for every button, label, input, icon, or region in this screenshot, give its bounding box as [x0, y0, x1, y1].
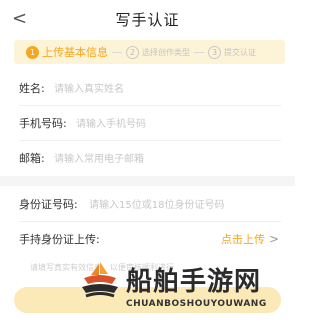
step-1: 1 上传基本信息	[26, 44, 108, 60]
watermark-title: 船舶手游网	[126, 267, 262, 297]
email-row: 邮箱: 请输入常用电子邮箱	[0, 140, 295, 175]
step-connector	[112, 51, 122, 53]
name-label: 姓名:	[19, 81, 45, 95]
step-1-number: 1	[26, 45, 39, 59]
step-3: 3 提交认证	[208, 45, 256, 59]
watermark: 船舶手游网 CHUANBOSHOUYOUWANG	[78, 258, 288, 320]
step-2-number: 2	[126, 45, 139, 59]
chevron-right-icon[interactable]: >	[269, 232, 279, 246]
step-3-label: 提交认证	[224, 47, 256, 57]
step-connector	[194, 51, 204, 53]
name-input[interactable]: 请输入真实姓名	[54, 80, 124, 95]
section-gap	[0, 176, 295, 186]
id-number-label: 身份证号码:	[19, 197, 78, 211]
phone-row: 手机号码: 请输入手机号码	[0, 105, 295, 140]
id-number-input[interactable]: 请输入15位或18位身份证号码	[89, 196, 224, 211]
email-label: 邮箱:	[19, 151, 45, 165]
id-number-row: 身份证号码: 请输入15位或18位身份证号码	[0, 186, 295, 221]
watermark-subtitle: CHUANBOSHOUYOUWANG	[126, 299, 267, 309]
chevron-left-icon[interactable]: <	[12, 9, 28, 29]
name-row: 姓名: 请输入真实姓名	[0, 70, 295, 105]
phone-input[interactable]: 请输入手机号码	[76, 115, 146, 130]
upload-button[interactable]: 点击上传	[221, 231, 265, 247]
header-bar: < 写手认证	[0, 0, 295, 38]
step-indicator: 1 上传基本信息 2 选择创作类型 3 提交认证	[14, 40, 285, 64]
step-3-number: 3	[208, 45, 221, 59]
step-1-label: 上传基本信息	[42, 46, 108, 59]
phone-label: 手机号码:	[19, 116, 67, 130]
id-upload-label: 手持身份证上传:	[19, 232, 100, 246]
id-upload-row[interactable]: 手持身份证上传: 点击上传 >	[0, 221, 295, 256]
page-title: 写手认证	[115, 10, 180, 29]
step-2-label: 选择创作类型	[142, 47, 190, 57]
boat-logo-icon	[82, 262, 118, 298]
step-2: 2 选择创作类型	[126, 45, 190, 59]
email-input[interactable]: 请输入常用电子邮箱	[54, 150, 144, 165]
